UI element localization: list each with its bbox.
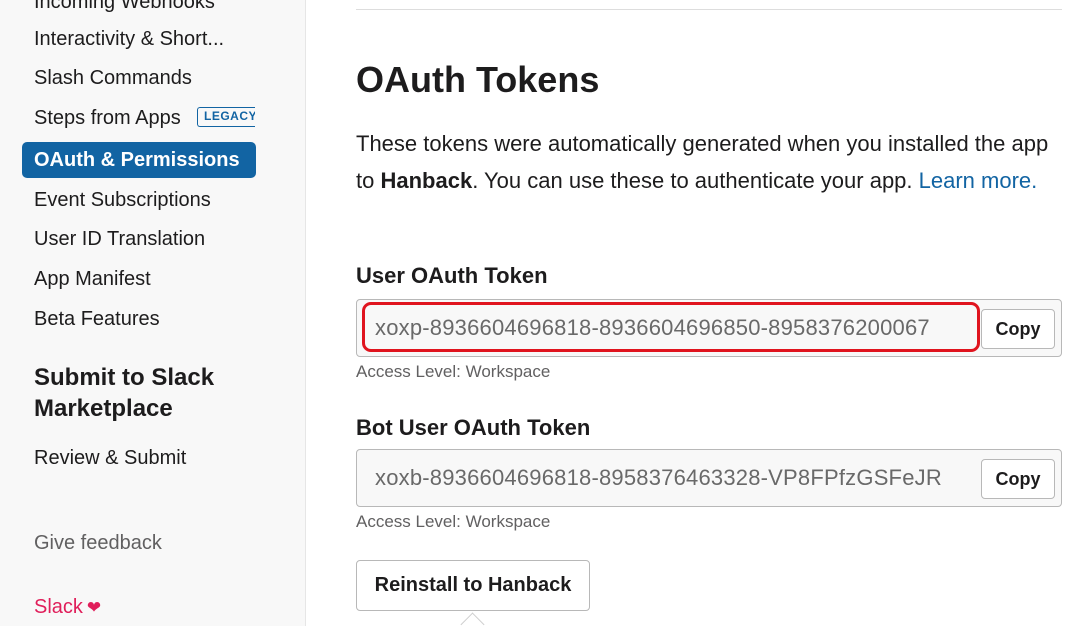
sidebar-item-interactivity[interactable]: Interactivity & Short... <box>34 26 224 52</box>
heart-icon: ❤ <box>86 598 102 617</box>
app-window: Incoming Webhooks Interactivity & Short.… <box>0 0 1070 626</box>
sidebar-item-beta-features[interactable]: Beta Features <box>34 306 160 332</box>
user-token-value[interactable]: xoxp-8936604696818-8936604696850-8958376… <box>375 300 979 356</box>
reinstall-button[interactable]: Reinstall to Hanback <box>356 560 590 611</box>
learn-more-link[interactable]: Learn more. <box>919 168 1038 193</box>
sidebar-item-steps-from-apps[interactable]: Steps from Apps <box>34 105 181 131</box>
user-token-access-level: Access Level: Workspace <box>356 362 551 381</box>
app-name: Hanback <box>380 167 473 193</box>
legacy-badge: LEGACY <box>197 107 255 127</box>
sidebar-item-label[interactable]: OAuth & Permissions <box>34 147 240 173</box>
bot-token-field[interactable]: xoxb-8936604696818-8958376463328-VP8FPfz… <box>356 449 1062 507</box>
description-text-2: . You can use these to authenticate your… <box>472 167 919 193</box>
divider <box>356 9 1062 10</box>
give-feedback-link[interactable]: Give feedback <box>34 530 162 556</box>
page-description: These tokens were automatically generate… <box>356 126 1068 199</box>
sidebar-item-event-subscriptions[interactable]: Event Subscriptions <box>34 187 211 213</box>
sidebar: Incoming Webhooks Interactivity & Short.… <box>0 0 306 626</box>
user-token-label: User OAuth Token <box>356 263 548 288</box>
sidebar-item-review-submit[interactable]: Review & Submit <box>34 445 186 471</box>
tooltip-caret <box>460 612 485 626</box>
sidebar-item-user-id-translation[interactable]: User ID Translation <box>34 226 205 252</box>
copy-bot-token-button[interactable]: Copy <box>981 459 1055 499</box>
sidebar-item-incoming-webhooks[interactable]: Incoming Webhooks <box>34 0 215 15</box>
sidebar-item-slash-commands[interactable]: Slash Commands <box>34 65 192 91</box>
copy-user-token-button[interactable]: Copy <box>981 309 1055 349</box>
bot-token-access-level: Access Level: Workspace <box>356 512 551 531</box>
slack-footer-link[interactable]: Slack ❤ <box>34 594 101 621</box>
page-title: OAuth Tokens <box>356 59 600 100</box>
sidebar-section-heading: Submit to Slack Marketplace <box>34 364 215 422</box>
slack-footer-label: Slack <box>34 596 83 618</box>
sidebar-item-app-manifest[interactable]: App Manifest <box>34 266 151 292</box>
user-token-field[interactable]: xoxp-8936604696818-8936604696850-8958376… <box>356 299 1062 357</box>
bot-token-label: Bot User OAuth Token <box>356 415 591 440</box>
bot-token-value[interactable]: xoxb-8936604696818-8958376463328-VP8FPfz… <box>375 450 979 506</box>
